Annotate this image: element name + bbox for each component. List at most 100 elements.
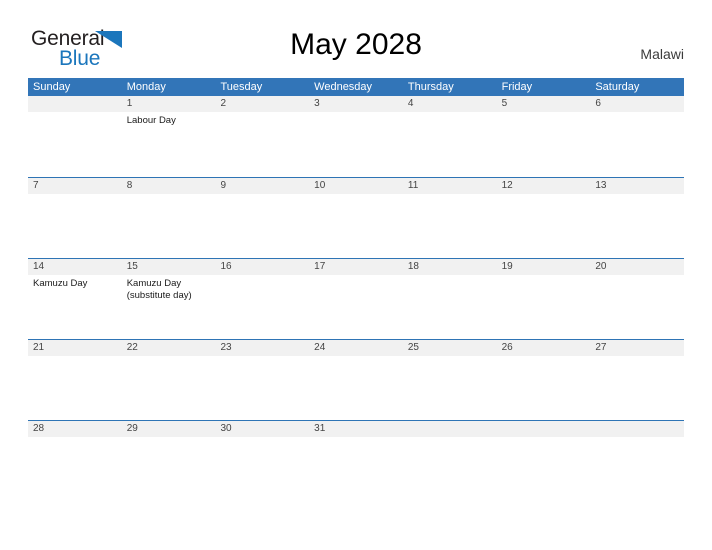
day-number-band: 14 15 16 17 18 19 20 xyxy=(28,259,684,275)
day-cell-8[interactable] xyxy=(122,194,216,258)
day-number-empty xyxy=(28,96,122,112)
calendar-week-row: 1 2 3 4 5 6 Labour Day xyxy=(28,96,684,177)
event-label: Kamuzu Day (substitute day) xyxy=(126,278,192,301)
day-number-21[interactable]: 21 xyxy=(28,340,122,356)
day-cell-14[interactable]: Kamuzu Day xyxy=(28,275,122,339)
country-label: Malawi xyxy=(640,46,684,62)
day-number-10[interactable]: 10 xyxy=(309,178,403,194)
day-cell-1[interactable]: Labour Day xyxy=(122,112,216,176)
day-number-7[interactable]: 7 xyxy=(28,178,122,194)
day-cell-19[interactable] xyxy=(497,275,591,339)
calendar-weeks: 1 2 3 4 5 6 Labour Day 7 8 9 10 11 12 13 14 15 16 17 18 19 2… xyxy=(28,96,684,501)
day-number-23[interactable]: 23 xyxy=(215,340,309,356)
weekday-header-monday: Monday xyxy=(126,81,166,93)
day-cell-7[interactable] xyxy=(28,194,122,258)
day-cell-2[interactable] xyxy=(215,112,309,176)
day-events-band xyxy=(28,437,684,501)
day-events-band xyxy=(28,356,684,420)
day-events-band: Labour Day xyxy=(28,112,684,176)
day-cell-5[interactable] xyxy=(497,112,591,176)
calendar-week-row: 14 15 16 17 18 19 20 Kamuzu Day Kamuzu Day (subs… xyxy=(28,258,684,339)
calendar-grid: Sunday Monday Tuesday Wednesday Thursday Frid… xyxy=(28,78,684,501)
calendar-week-row: 21 22 23 24 25 26 27 xyxy=(28,339,684,420)
day-number-25[interactable]: 25 xyxy=(403,340,497,356)
day-events-band: Kamuzu Day Kamuzu Day (substitute day) xyxy=(28,275,684,339)
day-cell-4[interactable] xyxy=(403,112,497,176)
day-cell-13[interactable] xyxy=(590,194,684,258)
day-number-4[interactable]: 4 xyxy=(403,96,497,112)
event-label: Kamuzu Day xyxy=(33,278,88,289)
day-cell-empty xyxy=(28,112,122,176)
day-number-6[interactable]: 6 xyxy=(590,96,684,112)
day-number-24[interactable]: 24 xyxy=(309,340,403,356)
day-number-16[interactable]: 16 xyxy=(215,259,309,275)
day-number-18[interactable]: 18 xyxy=(403,259,497,275)
day-cell-29[interactable] xyxy=(122,437,216,501)
calendar-week-row: 7 8 9 10 11 12 13 xyxy=(28,177,684,258)
day-number-17[interactable]: 17 xyxy=(309,259,403,275)
day-cell-11[interactable] xyxy=(403,194,497,258)
day-number-22[interactable]: 22 xyxy=(122,340,216,356)
day-cell-22[interactable] xyxy=(122,356,216,420)
day-number-band: 123456 xyxy=(28,96,684,112)
day-number-band: 7 8 9 10 11 12 13 xyxy=(28,178,684,194)
page-header: General Blue May 2028 Malawi xyxy=(0,0,712,78)
day-cell-17[interactable] xyxy=(309,275,403,339)
page-title: May 2028 xyxy=(290,28,422,61)
day-number-11[interactable]: 11 xyxy=(403,178,497,194)
weekday-header-saturday: Saturday xyxy=(595,81,640,93)
day-number-29[interactable]: 29 xyxy=(122,421,216,437)
day-cell-3[interactable] xyxy=(309,112,403,176)
day-cell-28[interactable] xyxy=(28,437,122,501)
day-number-3[interactable]: 3 xyxy=(309,96,403,112)
day-number-band: 21 22 23 24 25 26 27 xyxy=(28,340,684,356)
weekday-header-row: Sunday Monday Tuesday Wednesday Thursday Frid… xyxy=(28,78,684,96)
day-cell-15[interactable]: Kamuzu Day (substitute day) xyxy=(122,275,216,339)
day-number-31[interactable]: 31 xyxy=(309,421,403,437)
day-number-2[interactable]: 2 xyxy=(215,96,309,112)
day-number-19[interactable]: 19 xyxy=(497,259,591,275)
day-number-8[interactable]: 8 xyxy=(122,178,216,194)
weekday-header-thursday: Thursday xyxy=(407,81,454,93)
day-number-28[interactable]: 28 xyxy=(28,421,122,437)
day-cell-25[interactable] xyxy=(403,356,497,420)
day-cell-26[interactable] xyxy=(497,356,591,420)
day-number-empty xyxy=(590,421,684,437)
day-cell-31[interactable] xyxy=(309,437,403,501)
day-number-26[interactable]: 26 xyxy=(497,340,591,356)
weekday-header-sunday: Sunday xyxy=(33,81,71,93)
day-number-20[interactable]: 20 xyxy=(590,259,684,275)
day-number-1[interactable]: 1 xyxy=(122,96,216,112)
day-number-empty xyxy=(497,421,591,437)
day-events-band xyxy=(28,194,684,258)
day-number-30[interactable]: 30 xyxy=(215,421,309,437)
day-number-13[interactable]: 13 xyxy=(590,178,684,194)
day-number-5[interactable]: 5 xyxy=(497,96,591,112)
day-number-band: 28 29 30 31 xyxy=(28,421,684,437)
day-cell-9[interactable] xyxy=(215,194,309,258)
day-cell-empty xyxy=(497,437,591,501)
day-cell-23[interactable] xyxy=(215,356,309,420)
day-cell-21[interactable] xyxy=(28,356,122,420)
day-cell-12[interactable] xyxy=(497,194,591,258)
day-number-empty xyxy=(403,421,497,437)
weekday-header-friday: Friday xyxy=(501,81,533,93)
day-cell-20[interactable] xyxy=(590,275,684,339)
calendar-week-row: 28 29 30 31 xyxy=(28,420,684,501)
day-number-12[interactable]: 12 xyxy=(497,178,591,194)
day-number-14[interactable]: 14 xyxy=(28,259,122,275)
weekday-header-tuesday: Tuesday xyxy=(220,81,263,93)
day-cell-18[interactable] xyxy=(403,275,497,339)
day-cell-27[interactable] xyxy=(590,356,684,420)
day-cell-empty xyxy=(590,437,684,501)
day-cell-6[interactable] xyxy=(590,112,684,176)
day-cell-10[interactable] xyxy=(309,194,403,258)
day-cell-empty xyxy=(403,437,497,501)
day-number-27[interactable]: 27 xyxy=(590,340,684,356)
day-number-9[interactable]: 9 xyxy=(215,178,309,194)
day-number-15[interactable]: 15 xyxy=(122,259,216,275)
event-label: Labour Day xyxy=(126,115,176,126)
day-cell-16[interactable] xyxy=(215,275,309,339)
day-cell-24[interactable] xyxy=(309,356,403,420)
day-cell-30[interactable] xyxy=(215,437,309,501)
